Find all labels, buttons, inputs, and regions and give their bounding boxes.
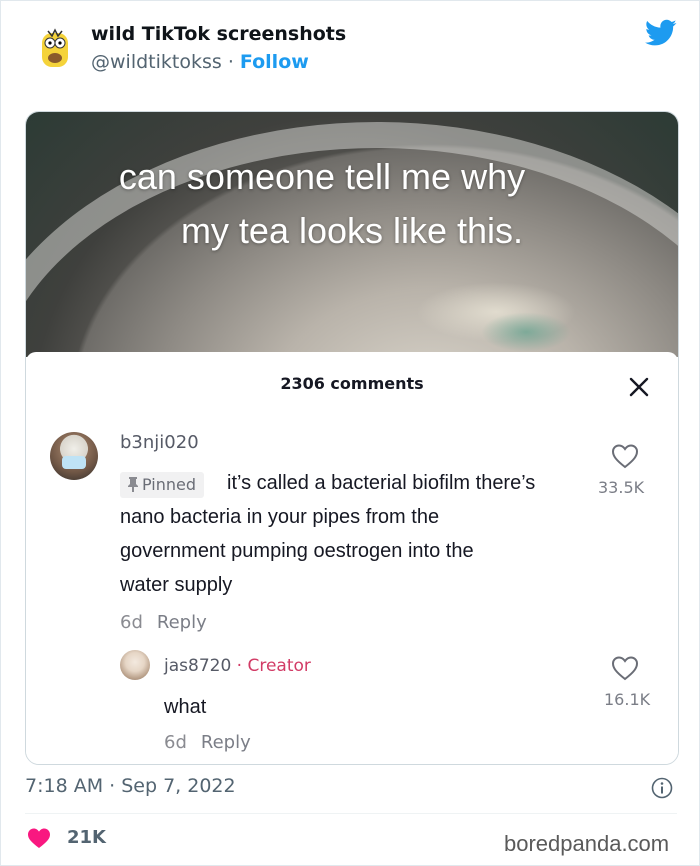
follow-button[interactable]: Follow bbox=[240, 51, 309, 73]
comment-username[interactable]: b3nji020 bbox=[120, 432, 199, 453]
tweet-like-count: 21K bbox=[67, 827, 106, 848]
tiktok-screenshot[interactable]: can someone tell me why my tea looks lik… bbox=[25, 111, 679, 765]
commenter-avatar[interactable] bbox=[50, 432, 98, 480]
reply-avatar[interactable] bbox=[120, 650, 150, 680]
comment-text-line4: water supply bbox=[120, 574, 233, 596]
watermark: boredpanda.com bbox=[504, 831, 670, 856]
comment-text-line3: government pumping oestrogen into the bbox=[120, 540, 474, 562]
comment-meta: 6d Reply bbox=[120, 612, 207, 633]
display-name[interactable]: wild TikTok screenshots bbox=[91, 23, 346, 45]
reply-age: 6d bbox=[164, 732, 187, 753]
pinned-label: Pinned bbox=[142, 475, 197, 494]
handle[interactable]: @wildtiktokss bbox=[91, 51, 222, 73]
reply-heart-icon[interactable] bbox=[610, 654, 640, 682]
close-icon[interactable] bbox=[628, 376, 650, 398]
comment-heart-icon[interactable] bbox=[610, 442, 640, 470]
separator: · bbox=[227, 51, 234, 73]
comments-sheet: 2306 comments b3nji020 Pinned it’s calle… bbox=[26, 352, 678, 764]
comment-like-count: 33.5K bbox=[598, 478, 645, 497]
creator-badge: · Creator bbox=[236, 656, 311, 676]
profile-avatar[interactable] bbox=[35, 27, 75, 75]
footer-divider bbox=[25, 813, 677, 814]
pin-icon bbox=[128, 477, 138, 492]
pinned-badge: Pinned bbox=[120, 472, 205, 498]
reply-user-row: jas8720 · Creator bbox=[164, 656, 311, 676]
reply-like-count: 16.1K bbox=[604, 690, 651, 709]
tweet-card: wild TikTok screenshots @wildtiktokss · … bbox=[0, 0, 700, 866]
reply-text: what bbox=[164, 696, 207, 718]
info-icon[interactable] bbox=[651, 777, 673, 799]
comment-age: 6d bbox=[120, 612, 143, 633]
comment-text-line2: nano bacteria in your pipes from the bbox=[120, 506, 440, 528]
heart-icon[interactable] bbox=[27, 827, 51, 849]
twitter-bird-icon[interactable] bbox=[645, 19, 677, 47]
comment-reply-button[interactable]: Reply bbox=[157, 612, 207, 633]
handle-row: @wildtiktokss · Follow bbox=[91, 51, 309, 73]
video-caption-line2: my tea looks like this. bbox=[180, 210, 524, 251]
video-caption-line1: can someone tell me why bbox=[118, 156, 526, 197]
tea-photo: can someone tell me why my tea looks lik… bbox=[26, 112, 678, 694]
tweet-timestamp[interactable]: 7:18 AM · Sep 7, 2022 bbox=[25, 775, 236, 797]
comments-count: 2306 comments bbox=[280, 374, 424, 393]
comment-text-line1: it’s called a bacterial biofilm there’s bbox=[227, 472, 536, 494]
reply-reply-button[interactable]: Reply bbox=[201, 732, 251, 753]
reply-meta: 6d Reply bbox=[164, 732, 251, 753]
reply-username[interactable]: jas8720 bbox=[164, 656, 231, 676]
